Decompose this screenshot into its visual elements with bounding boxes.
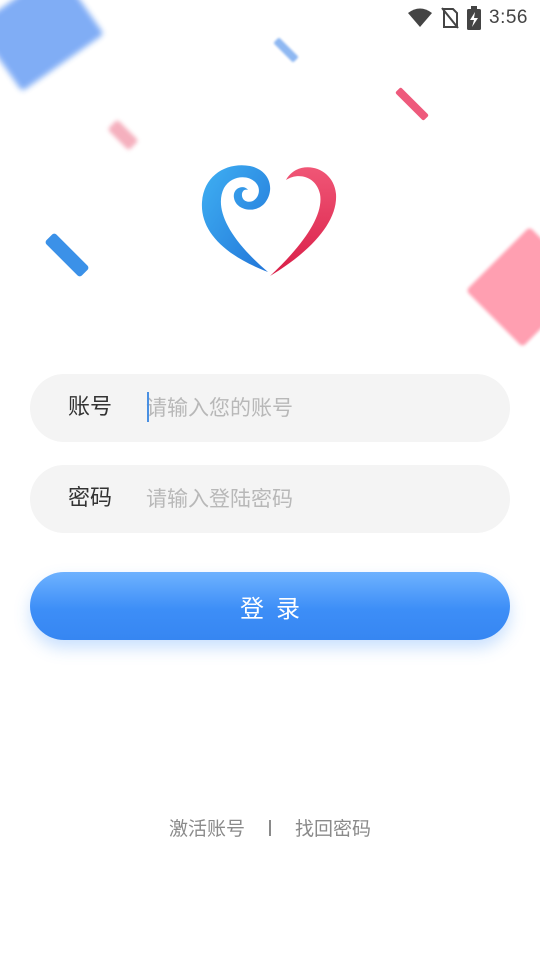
decor-blue-bar [44,232,90,278]
login-button[interactable]: 登录 [30,572,510,640]
account-field[interactable]: 账号 [30,374,510,442]
links-divider [269,819,271,836]
text-cursor [147,392,149,422]
decor-blue-square [0,0,104,92]
status-time: 3:56 [489,7,528,28]
activate-account-link[interactable]: 激活账号 [169,814,245,841]
password-input[interactable] [146,465,486,533]
recover-password-link[interactable]: 找回密码 [295,814,371,841]
decor-blue-small-bar [273,37,299,63]
decor-pink-bar [395,87,429,121]
account-label: 账号 [68,395,113,420]
wifi-icon [408,8,433,27]
password-field[interactable]: 密码 [30,465,510,533]
battery-charging-icon [467,6,482,30]
no-sim-icon [441,7,459,29]
decor-pink-square [465,226,540,348]
bottom-links: 激活账号 找回密码 [0,814,540,841]
account-input[interactable] [146,374,486,442]
status-icons: 3:56 [407,6,528,30]
password-label: 密码 [68,486,113,511]
heart-logo-icon [201,165,337,276]
decor-pink-small-bar [107,119,139,151]
